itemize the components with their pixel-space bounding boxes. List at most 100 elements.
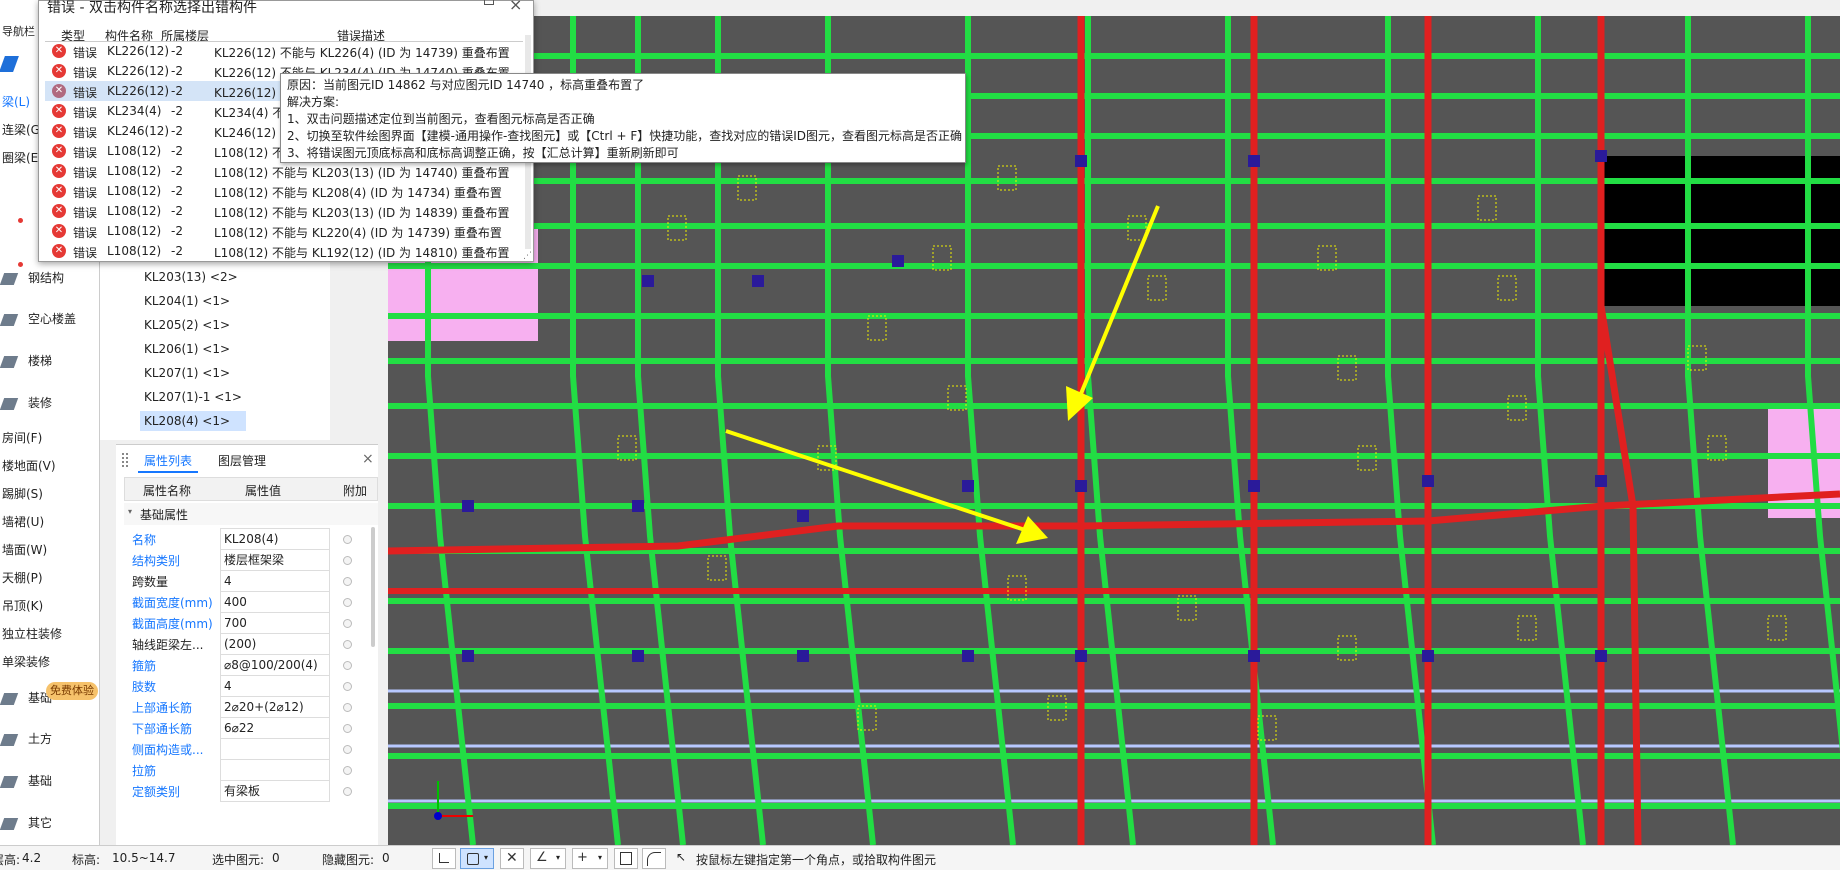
tree-item[interactable]: KL207(1) <1> (140, 363, 234, 383)
props-group-basic[interactable]: ▾ 基础属性 (124, 503, 378, 525)
prop-attach-radio[interactable] (343, 598, 352, 607)
column[interactable] (797, 650, 809, 662)
tree-item[interactable]: KL203(13) <2> (140, 267, 242, 287)
error-component[interactable]: L108(12) (107, 244, 161, 258)
prop-attach-radio[interactable] (343, 640, 352, 649)
prop-value-input[interactable] (220, 759, 330, 781)
error-description[interactable]: L108(12) 不能与 KL192(12) (ID 为 14810) 重叠布置 (214, 244, 510, 261)
prop-attach-radio[interactable] (343, 724, 352, 733)
nav-item-foundation-2[interactable]: 基础 (0, 769, 100, 793)
nav-item-earthwork[interactable]: 土方 (0, 727, 100, 751)
nav-item-hollow-floor[interactable]: 空心楼盖 (0, 307, 100, 331)
tab-layer-management[interactable]: 图层管理 (212, 449, 272, 473)
offset-button[interactable]: + ▾ (572, 848, 608, 869)
prop-value-input[interactable]: (200) (220, 633, 330, 655)
angle-button[interactable]: ∠ ▾ (530, 848, 566, 869)
tree-item[interactable]: KL205(2) <1> (140, 315, 234, 335)
column[interactable] (1075, 155, 1087, 167)
close-icon[interactable]: × (362, 451, 374, 467)
prop-value-input[interactable]: KL208(4) (220, 528, 330, 550)
prop-value-input[interactable] (220, 738, 330, 760)
nav-item-room[interactable]: 房间(F) (0, 426, 100, 450)
pink-room-area[interactable] (1768, 408, 1840, 518)
props-scrollbar[interactable] (371, 527, 375, 647)
error-row[interactable]: ✕ 错误 L108(12) -2 L108(12) 不能与 KL220(4) (ID 为… (45, 221, 523, 241)
column[interactable] (1075, 650, 1087, 662)
axis-origin[interactable] (434, 812, 442, 820)
column[interactable] (462, 650, 474, 662)
nav-item-other[interactable]: 其它 (0, 811, 100, 835)
error-component[interactable]: L108(12) (107, 144, 161, 158)
cross-button[interactable]: ✕ (500, 848, 524, 869)
error-description[interactable]: KL234(4) 不 (214, 104, 284, 121)
column[interactable] (1248, 650, 1260, 662)
error-component[interactable]: L108(12) (107, 224, 161, 238)
error-component[interactable]: KL246(12) (107, 124, 169, 138)
close-icon[interactable]: × (509, 0, 522, 14)
column[interactable] (752, 275, 764, 287)
layer-button[interactable] (614, 848, 638, 869)
nav-item-column-decoration[interactable]: 独立柱装修 (0, 622, 100, 646)
error-component[interactable]: KL226(12) (107, 64, 169, 78)
maximize-icon[interactable] (484, 0, 494, 5)
nav-item-stairs[interactable]: 楼梯 (0, 349, 100, 373)
prop-attach-radio[interactable] (343, 577, 352, 586)
column[interactable] (962, 480, 974, 492)
prop-attach-radio[interactable] (343, 766, 352, 775)
error-description[interactable]: KL226(12) 不能与 KL226(4) (ID 为 14739) 重叠布置 (214, 44, 510, 61)
prop-attach-radio[interactable] (343, 787, 352, 796)
prop-value-input[interactable]: 有梁板 (220, 780, 330, 802)
error-component[interactable]: KL234(4) (107, 104, 161, 118)
tree-item[interactable]: KL204(1) <1> (140, 291, 234, 311)
prop-value-input[interactable]: 4 (220, 570, 330, 592)
prop-value-input[interactable]: 2⌀20+(2⌀12) (220, 696, 330, 718)
ortho-button[interactable] (432, 848, 456, 869)
error-row[interactable]: ✕ 错误 KL226(12) -2 KL226(12) 不能与 KL226(4) (ID… (45, 41, 523, 61)
prop-value-input[interactable]: 6⌀22 (220, 717, 330, 739)
column[interactable] (1422, 475, 1434, 487)
arc-button[interactable] (642, 848, 666, 869)
prop-value-input[interactable]: 4 (220, 675, 330, 697)
column[interactable] (1595, 650, 1607, 662)
column[interactable] (632, 650, 644, 662)
error-description[interactable]: L108(12) 不 (214, 144, 284, 161)
error-component[interactable]: KL226(12) (107, 84, 169, 98)
snap-button[interactable]: ▾ (460, 848, 494, 869)
tab-property-list[interactable]: 属性列表 (138, 449, 199, 473)
error-description[interactable]: L108(12) 不能与 KL220(4) (ID 为 14739) 重叠布置 (214, 224, 502, 241)
nav-item-dado[interactable]: 墙裙(U) (0, 510, 100, 534)
column[interactable] (962, 650, 974, 662)
error-component[interactable]: L108(12) (107, 184, 161, 198)
nav-item-ceiling[interactable]: 天棚(P) (0, 566, 100, 590)
error-row[interactable]: ✕ 错误 L108(12) -2 L108(12) 不能与 KL203(13) (ID … (45, 161, 523, 181)
error-component[interactable]: L108(12) (107, 204, 161, 218)
nav-item-wall-surface[interactable]: 墙面(W) (0, 538, 100, 562)
tree-item[interactable]: KL207(1)-1 <1> (140, 387, 246, 407)
prop-attach-radio[interactable] (343, 745, 352, 754)
prop-attach-radio[interactable] (343, 535, 352, 544)
error-row[interactable]: ✕ 错误 L108(12) -2 L108(12) 不能与 KL208(4) (ID 为… (45, 181, 523, 201)
free-trial-badge[interactable]: 免费体验 (46, 682, 98, 700)
column[interactable] (797, 510, 809, 522)
nav-item-beam-decoration[interactable]: 单梁装修 (0, 650, 100, 674)
column[interactable] (892, 255, 904, 267)
nav-item-suspended-ceiling[interactable]: 吊顶(K) (0, 594, 100, 618)
tree-item[interactable]: KL206(1) <1> (140, 339, 234, 359)
column[interactable] (632, 500, 644, 512)
nav-item-decoration[interactable]: 装修 (0, 391, 100, 415)
prop-attach-radio[interactable] (343, 703, 352, 712)
error-description[interactable]: L108(12) 不能与 KL208(4) (ID 为 14734) 重叠布置 (214, 184, 502, 201)
error-description[interactable]: L108(12) 不能与 KL203(13) (ID 为 14839) 重叠布置 (214, 204, 510, 221)
prop-attach-radio[interactable] (343, 682, 352, 691)
prop-value-input[interactable]: ⌀8@100/200(4) (220, 654, 330, 676)
nav-item-steel[interactable]: 钢结构 (0, 266, 100, 290)
drag-handle-icon[interactable] (122, 453, 128, 467)
prop-attach-radio[interactable] (343, 661, 352, 670)
prop-attach-radio[interactable] (343, 556, 352, 565)
error-row[interactable]: ✕ 错误 L108(12) -2 L108(12) 不能与 KL203(13) (ID … (45, 201, 523, 221)
prop-value-input[interactable]: 700 (220, 612, 330, 634)
prop-value-input[interactable]: 400 (220, 591, 330, 613)
error-component[interactable]: KL226(12) (107, 44, 169, 58)
column[interactable] (1595, 475, 1607, 487)
column[interactable] (1595, 150, 1607, 162)
